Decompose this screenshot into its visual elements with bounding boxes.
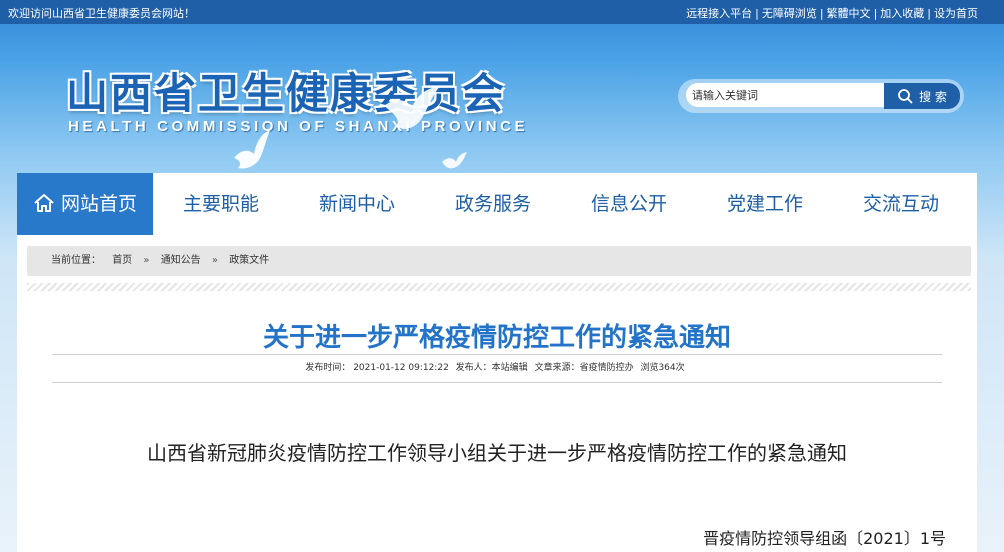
nav-item-functions[interactable]: 主要职能 [153,173,289,235]
nav-item-interaction[interactable]: 交流互动 [833,173,969,235]
separator: | [819,7,824,20]
breadcrumb-home[interactable]: 首页 [112,255,132,266]
article-lead: 山西省新冠肺炎疫情防控工作领导小组关于进一步严格疫情防控工作的紧急通知 [147,441,847,465]
breadcrumb-prefix: 当前位置： [51,255,101,266]
separator: | [755,7,759,20]
article-source: 文章来源：省疫情防控办 [534,363,634,373]
search-box: 搜 索 [678,79,964,113]
site-subtitle: HEALTH COMMISSION OF SHANXI PROVINCE [68,118,529,135]
breadcrumb-separator: » [211,255,218,266]
main-nav: 网站首页 主要职能 新闻中心 政务服务 信息公开 党建工作 交流互动 [17,173,977,235]
traditional-chinese-link[interactable]: 繁體中文 [827,7,871,20]
nav-item-news[interactable]: 新闻中心 [289,173,425,235]
publisher: 发布人：本站编辑 [455,363,528,373]
remote-access-link[interactable]: 远程接入平台 [686,7,752,20]
top-bar: 欢迎访问山西省卫生健康委员会网站！ 远程接入平台 | 无障碍浏览 | 繁體中文 | 加入收藏… [0,0,1004,24]
main-content: 网站首页 主要职能 新闻中心 政务服务 信息公开 党建工作 交流互动 当前位置：… [17,173,977,552]
home-icon [34,194,54,212]
view-count: 浏览364次 [640,363,685,373]
welcome-text: 欢迎访问山西省卫生健康委员会网站！ [8,7,195,20]
add-favorite-link[interactable]: 加入收藏 [880,7,924,20]
search-icon [898,89,913,104]
separator: | [873,7,878,20]
search-button[interactable]: 搜 索 [884,83,960,109]
document-number: 晋疫情防控领导组函〔2021〕1号 [703,529,946,548]
dove-icon [234,130,270,169]
dove-icon [442,152,467,169]
breadcrumb: 当前位置： 首页 » 通知公告 » 政策文件 [27,246,971,276]
search-input[interactable] [686,83,884,107]
set-homepage-link[interactable]: 设为首页 [934,7,978,20]
dove-icon [384,86,440,129]
nav-item-home[interactable]: 网站首页 [17,173,153,235]
nav-item-disclosure[interactable]: 信息公开 [561,173,697,235]
breadcrumb-policy[interactable]: 政策文件 [229,255,269,266]
article-title: 关于进一步严格疫情防控工作的紧急通知 [262,323,731,353]
breadcrumb-notices[interactable]: 通知公告 [161,255,201,266]
search-button-label: 搜 索 [919,89,947,104]
divider [52,354,942,355]
banner: 山西省卫生健康委员会 HEALTH COMMISSION OF SHANXI P… [0,24,1004,174]
publish-time: 发布时间： 2021-01-12 09:12:22 [305,363,449,373]
divider [52,382,942,383]
nav-item-services[interactable]: 政务服务 [425,173,561,235]
nav-item-party[interactable]: 党建工作 [697,173,833,235]
decorative-divider [27,283,971,291]
accessible-browse-link[interactable]: 无障碍浏览 [762,7,817,20]
top-links: 远程接入平台 | 无障碍浏览 | 繁體中文 | 加入收藏 | 设为首页 [686,5,978,21]
breadcrumb-separator: » [143,255,150,266]
nav-label: 网站首页 [60,193,137,215]
separator: | [927,7,931,20]
article-meta: 发布时间： 2021-01-12 09:12:22 发布人：本站编辑 文章来源：… [17,360,977,373]
